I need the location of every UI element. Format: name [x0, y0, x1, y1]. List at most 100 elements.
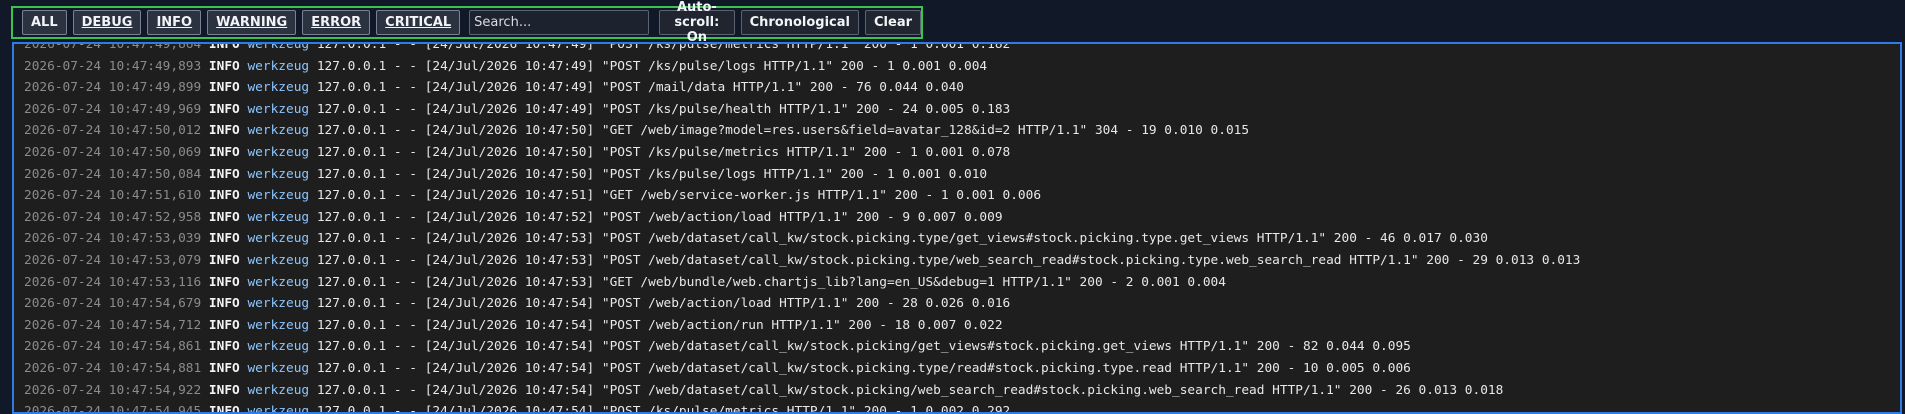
log-level: INFO	[208, 166, 240, 182]
log-message: 127.0.0.1 - - [24/Jul/2026 10:47:54] "PO…	[316, 296, 1011, 312]
log-logger: werkzeug	[247, 339, 310, 355]
autoscroll-toggle-button[interactable]: Auto-scroll: On	[659, 0, 735, 45]
log-line: 2026-07-24 10:47:53,079 INFO werkzeug 12…	[24, 250, 1580, 272]
log-message: 127.0.0.1 - - [24/Jul/2026 10:47:53] "PO…	[316, 231, 1488, 247]
log-message: 127.0.0.1 - - [24/Jul/2026 10:47:54] "PO…	[316, 317, 1003, 333]
log-line: 2026-07-24 10:47:54,861 INFO werkzeug 12…	[24, 336, 1580, 358]
log-logger: werkzeug	[247, 42, 310, 52]
log-message: 127.0.0.1 - - [24/Jul/2026 10:47:50] "PO…	[316, 166, 988, 182]
filter-info-button[interactable]: INFO	[147, 10, 202, 35]
log-logger: werkzeug	[247, 404, 310, 414]
log-message: 127.0.0.1 - - [24/Jul/2026 10:47:54] "PO…	[316, 382, 1504, 398]
log-timestamp: 2026-07-24 10:47:50,069	[24, 144, 202, 160]
log-timestamp: 2026-07-24 10:47:53,079	[24, 252, 202, 268]
log-timestamp: 2026-07-24 10:47:54,881	[24, 360, 202, 376]
log-timestamp: 2026-07-24 10:47:54,712	[24, 317, 202, 333]
log-level: INFO	[208, 274, 240, 290]
log-level: INFO	[208, 382, 240, 398]
filter-debug-button[interactable]: DEBUG	[72, 10, 142, 35]
log-message: 127.0.0.1 - - [24/Jul/2026 10:47:53] "GE…	[316, 274, 1226, 290]
log-line: 2026-07-24 10:47:54,712 INFO werkzeug 12…	[24, 315, 1580, 337]
log-line: 2026-07-24 10:47:50,084 INFO werkzeug 12…	[24, 164, 1580, 186]
log-line: 2026-07-24 10:47:54,945 INFO werkzeug 12…	[24, 401, 1580, 414]
log-logger: werkzeug	[247, 296, 310, 312]
log-logger: werkzeug	[247, 80, 310, 96]
log-level: INFO	[208, 231, 240, 247]
log-level: INFO	[208, 42, 240, 52]
log-logger: werkzeug	[247, 144, 310, 160]
log-logger: werkzeug	[247, 209, 310, 225]
log-message: 127.0.0.1 - - [24/Jul/2026 10:47:49] "PO…	[316, 101, 1011, 117]
log-timestamp: 2026-07-24 10:47:54,679	[24, 296, 202, 312]
log-line: 2026-07-24 10:47:54,679 INFO werkzeug 12…	[24, 293, 1580, 315]
log-message: 127.0.0.1 - - [24/Jul/2026 10:47:49] "PO…	[316, 80, 964, 96]
log-timestamp: 2026-07-24 10:47:50,084	[24, 166, 202, 182]
log-message: 127.0.0.1 - - [24/Jul/2026 10:47:51] "GE…	[316, 188, 1042, 204]
log-line: 2026-07-24 10:47:51,610 INFO werkzeug 12…	[24, 185, 1580, 207]
log-line: 2026-07-24 10:47:54,922 INFO werkzeug 12…	[24, 380, 1580, 402]
log-level: INFO	[208, 209, 240, 225]
log-line: 2026-07-24 10:47:49,969 INFO werkzeug 12…	[24, 99, 1580, 121]
log-logger: werkzeug	[247, 101, 310, 117]
log-timestamp: 2026-07-24 10:47:53,039	[24, 231, 202, 247]
filter-all-button[interactable]: ALL	[22, 10, 67, 35]
filter-critical-button[interactable]: CRITICAL	[376, 10, 461, 35]
log-lines: 2026-07-24 10:47:49,864 INFO werkzeug 12…	[24, 42, 1580, 414]
log-message: 127.0.0.1 - - [24/Jul/2026 10:47:54] "PO…	[316, 339, 1411, 355]
log-level: INFO	[208, 144, 240, 160]
log-message: 127.0.0.1 - - [24/Jul/2026 10:47:54] "PO…	[316, 404, 1011, 414]
log-timestamp: 2026-07-24 10:47:49,893	[24, 58, 202, 74]
log-timestamp: 2026-07-24 10:47:54,861	[24, 339, 202, 355]
sort-order-button[interactable]: Chronological	[740, 10, 859, 35]
log-logger: werkzeug	[247, 188, 310, 204]
log-line: 2026-07-24 10:47:49,899 INFO werkzeug 12…	[24, 77, 1580, 99]
log-message: 127.0.0.1 - - [24/Jul/2026 10:47:53] "PO…	[316, 252, 1581, 268]
log-line: 2026-07-24 10:47:49,864 INFO werkzeug 12…	[24, 42, 1580, 56]
log-message: 127.0.0.1 - - [24/Jul/2026 10:47:49] "PO…	[316, 58, 988, 74]
log-level: INFO	[208, 58, 240, 74]
log-timestamp: 2026-07-24 10:47:54,922	[24, 382, 202, 398]
log-logger: werkzeug	[247, 231, 310, 247]
log-logger: werkzeug	[247, 360, 310, 376]
log-level: INFO	[208, 123, 240, 139]
search-input[interactable]	[469, 10, 650, 35]
log-level: INFO	[208, 360, 240, 376]
filter-error-button[interactable]: ERROR	[302, 10, 371, 35]
log-logger: werkzeug	[247, 252, 310, 268]
log-level: INFO	[208, 188, 240, 204]
log-message: 127.0.0.1 - - [24/Jul/2026 10:47:52] "PO…	[316, 209, 1003, 225]
log-line: 2026-07-24 10:47:53,116 INFO werkzeug 12…	[24, 272, 1580, 294]
log-timestamp: 2026-07-24 10:47:49,864	[24, 42, 202, 52]
log-logger: werkzeug	[247, 382, 310, 398]
log-logger: werkzeug	[247, 274, 310, 290]
log-timestamp: 2026-07-24 10:47:50,012	[24, 123, 202, 139]
log-level: INFO	[208, 101, 240, 117]
log-timestamp: 2026-07-24 10:47:53,116	[24, 274, 202, 290]
log-line: 2026-07-24 10:47:53,039 INFO werkzeug 12…	[24, 228, 1580, 250]
log-line: 2026-07-24 10:47:49,893 INFO werkzeug 12…	[24, 56, 1580, 78]
log-timestamp: 2026-07-24 10:47:51,610	[24, 188, 202, 204]
log-logger: werkzeug	[247, 123, 310, 139]
log-logger: werkzeug	[247, 58, 310, 74]
log-message: 127.0.0.1 - - [24/Jul/2026 10:47:50] "PO…	[316, 144, 1011, 160]
log-toolbar: ALL DEBUG INFO WARNING ERROR CRITICAL Au…	[11, 0, 923, 45]
log-level: INFO	[208, 252, 240, 268]
log-logger: werkzeug	[247, 166, 310, 182]
log-logger: werkzeug	[247, 317, 310, 333]
log-line: 2026-07-24 10:47:54,881 INFO werkzeug 12…	[24, 358, 1580, 380]
log-line: 2026-07-24 10:47:52,958 INFO werkzeug 12…	[24, 207, 1580, 229]
log-level: INFO	[208, 404, 240, 414]
log-level: INFO	[208, 296, 240, 312]
log-timestamp: 2026-07-24 10:47:52,958	[24, 209, 202, 225]
log-level: INFO	[208, 339, 240, 355]
clear-button[interactable]: Clear	[865, 10, 921, 35]
log-message: 127.0.0.1 - - [24/Jul/2026 10:47:49] "PO…	[316, 42, 1011, 52]
log-level: INFO	[208, 80, 240, 96]
log-message: 127.0.0.1 - - [24/Jul/2026 10:47:50] "GE…	[316, 123, 1250, 139]
log-level: INFO	[208, 317, 240, 333]
log-line: 2026-07-24 10:47:50,069 INFO werkzeug 12…	[24, 142, 1580, 164]
log-timestamp: 2026-07-24 10:47:49,969	[24, 101, 202, 117]
log-message: 127.0.0.1 - - [24/Jul/2026 10:47:54] "PO…	[316, 360, 1411, 376]
filter-warning-button[interactable]: WARNING	[207, 10, 297, 35]
log-panel[interactable]: 2026-07-24 10:47:49,864 INFO werkzeug 12…	[12, 42, 1902, 414]
